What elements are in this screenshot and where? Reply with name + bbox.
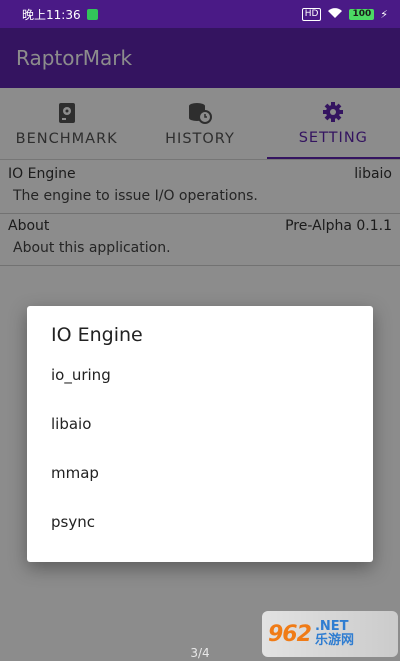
watermark-net: .NET bbox=[314, 619, 349, 634]
io-engine-dialog: IO Engine io_uring libaio mmap psync bbox=[27, 306, 373, 562]
option-io-uring[interactable]: io_uring bbox=[51, 366, 349, 415]
watermark-logo: 962 .NET 乐游网 bbox=[262, 611, 398, 657]
status-right: HD 100 ⚡ bbox=[301, 7, 388, 22]
option-libaio[interactable]: libaio bbox=[51, 415, 349, 464]
sim-icon: HD bbox=[301, 7, 322, 21]
charging-icon: ⚡ bbox=[380, 7, 388, 21]
watermark-subtitle: 乐游网 bbox=[314, 633, 354, 648]
dialog-title: IO Engine bbox=[51, 324, 143, 346]
watermark-number: 962 bbox=[268, 621, 312, 647]
option-mmap[interactable]: mmap bbox=[51, 464, 349, 513]
watermark-text: .NET 乐游网 bbox=[315, 620, 354, 648]
app-notification-icon bbox=[86, 8, 98, 20]
wifi-icon bbox=[327, 7, 343, 22]
status-left: 晚上11:36 bbox=[22, 6, 98, 23]
status-time: 晚上11:36 bbox=[22, 7, 81, 22]
battery-icon: 100 bbox=[349, 8, 375, 20]
option-psync[interactable]: psync bbox=[51, 513, 349, 562]
status-bar: 晚上11:36 HD 100 ⚡ bbox=[0, 0, 400, 28]
